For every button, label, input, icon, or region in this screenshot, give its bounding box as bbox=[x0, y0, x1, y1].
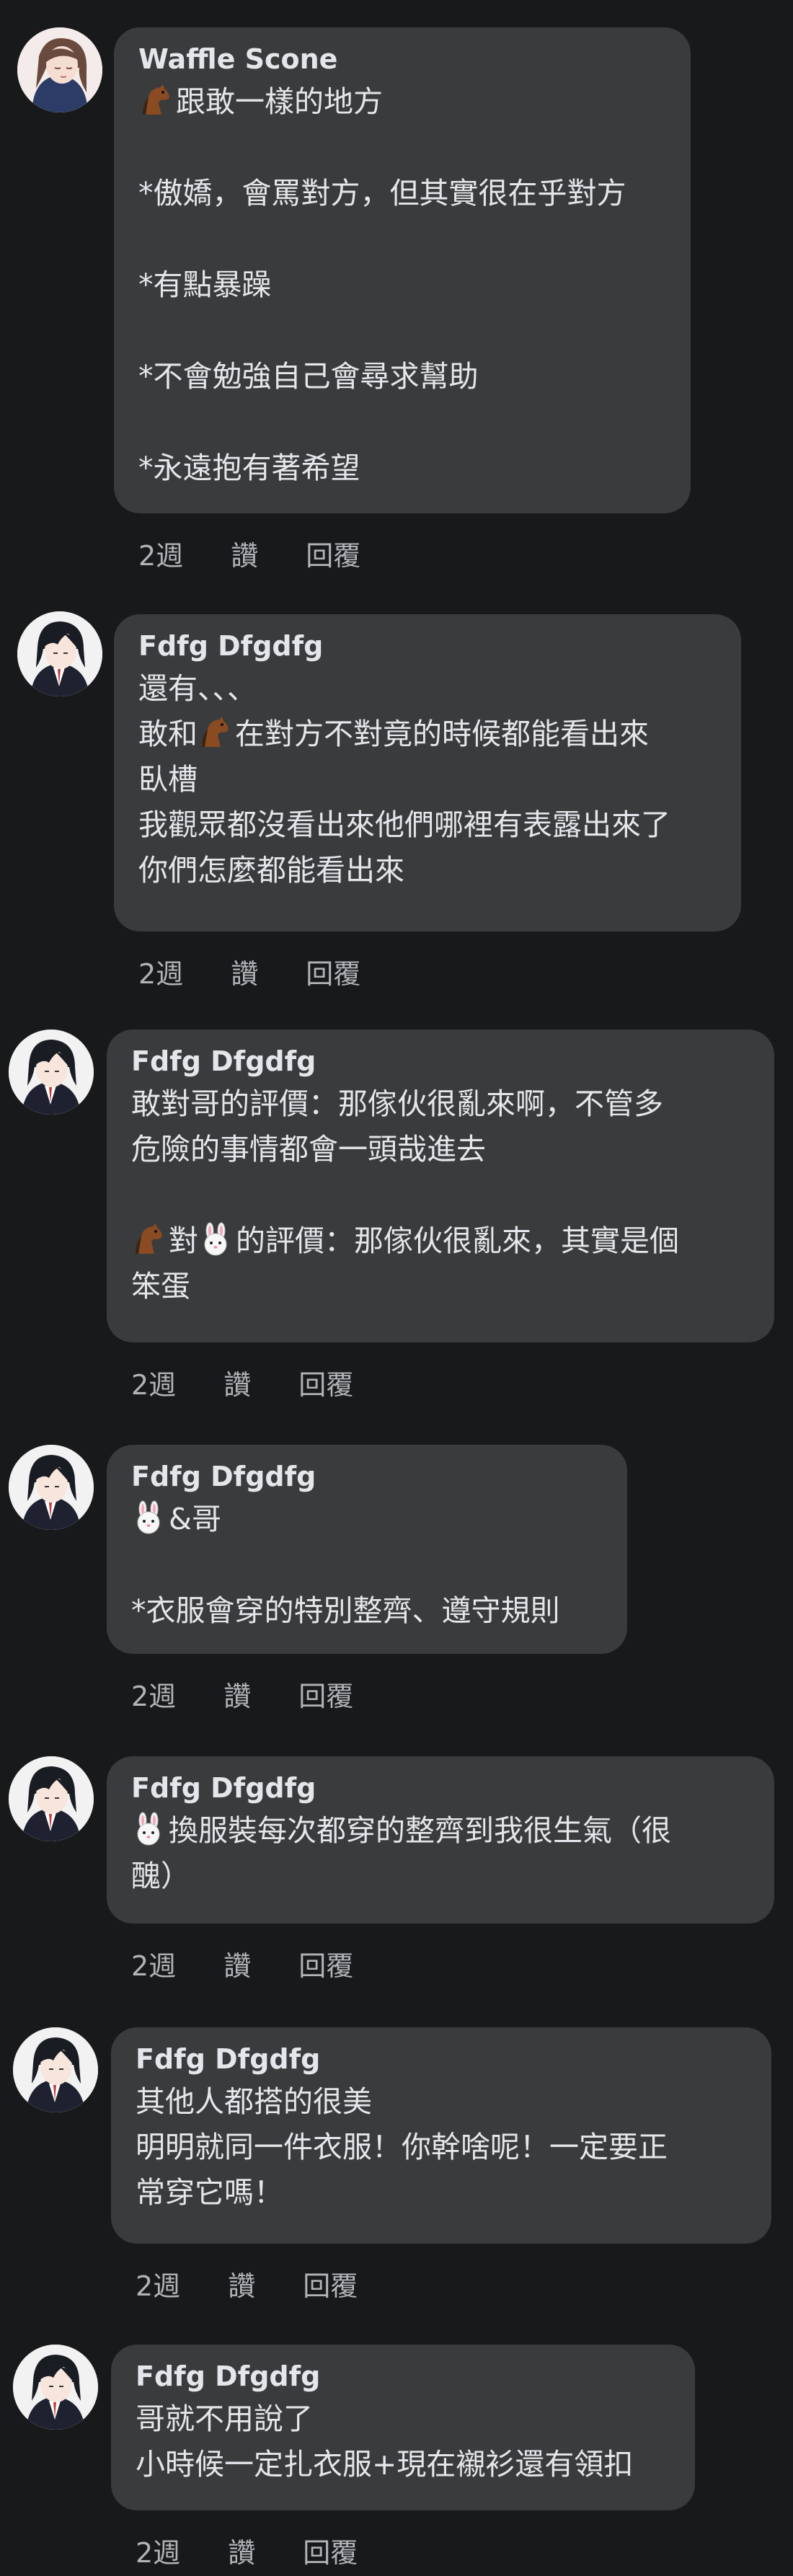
comment-line: *永遠抱有著希望 bbox=[138, 451, 360, 485]
avatar-boy-icon bbox=[17, 611, 102, 696]
comment-gap bbox=[138, 308, 666, 354]
like-button[interactable]: 讚 bbox=[231, 534, 258, 573]
comment-time[interactable]: 2週 bbox=[138, 952, 183, 991]
comment-line: 哥就不用說了 bbox=[136, 2402, 313, 2436]
comment-line: 還有、、、 bbox=[138, 671, 257, 706]
reply-button[interactable]: 回覆 bbox=[298, 1363, 353, 1402]
avatar-boy-icon bbox=[9, 1756, 94, 1841]
rabbit-icon bbox=[131, 1812, 166, 1846]
avatar[interactable] bbox=[13, 2027, 98, 2112]
comment-actions: 2週 讚 回覆 bbox=[136, 2531, 405, 2570]
comment-line: 你們怎麼都能看出來 bbox=[138, 853, 404, 888]
comment-line: 醜） bbox=[131, 1859, 190, 1893]
comment-line: *傲嬌，會罵對方，但其實很在乎對方 bbox=[138, 176, 626, 211]
comment-line: 跟敢一樣的地方 bbox=[138, 79, 666, 125]
comment-line: 敢和 在對方不對竟的時候都能看出來 bbox=[138, 712, 717, 757]
comment-line: 明明就同一件衣服！你幹啥呢！一定要正 bbox=[136, 2130, 668, 2164]
comment-gap bbox=[138, 216, 666, 262]
comment-bubble: Fdfg Dfgdfg 哥就不用說了 小時候一定扎衣服+現在襯衫還有領扣 bbox=[111, 2345, 695, 2510]
avatar-boy-icon bbox=[13, 2345, 98, 2430]
comment-line: 其他人都搭的很美 bbox=[136, 2084, 372, 2119]
avatar[interactable] bbox=[9, 1756, 94, 1841]
comment-time[interactable]: 2週 bbox=[136, 2531, 180, 2570]
comment-text: 在對方不對竟的時候都能看出來 bbox=[235, 717, 649, 751]
like-button[interactable]: 讚 bbox=[231, 952, 258, 991]
horse-icon bbox=[131, 1222, 166, 1257]
comment-line: 敢對哥的評價：那傢伙很亂來啊，不管多 bbox=[131, 1086, 663, 1121]
reply-button[interactable]: 回覆 bbox=[298, 1674, 353, 1714]
comment-bubble: Fdfg Dfgdfg &哥 *衣服會穿的特別整齊、遵守規則 bbox=[107, 1445, 627, 1654]
reply-button[interactable]: 回覆 bbox=[303, 2264, 358, 2303]
comment-line: *有點暴躁 bbox=[138, 267, 272, 302]
avatar-boy-icon bbox=[9, 1030, 94, 1115]
avatar[interactable] bbox=[17, 611, 102, 696]
comment-actions: 2週 讚 回覆 bbox=[138, 952, 408, 991]
avatar[interactable] bbox=[13, 2345, 98, 2430]
like-button[interactable]: 讚 bbox=[223, 1674, 251, 1714]
avatar[interactable] bbox=[9, 1445, 94, 1530]
rabbit-icon bbox=[198, 1222, 233, 1257]
reply-button[interactable]: 回覆 bbox=[303, 2531, 358, 2570]
avatar-girl-icon bbox=[17, 27, 102, 112]
comment-actions: 2週 讚 回覆 bbox=[131, 1944, 401, 1983]
comment-time[interactable]: 2週 bbox=[131, 1674, 176, 1714]
comment-line: 臥槽 bbox=[138, 762, 198, 797]
comment-bubble: Fdfg Dfgdfg 換服裝每次都穿的整齊到我很生氣（很 醜） bbox=[107, 1756, 774, 1924]
reply-button[interactable]: 回覆 bbox=[298, 1944, 353, 1983]
comment-author[interactable]: Fdfg Dfgdfg bbox=[131, 1041, 750, 1081]
comment-line: 我觀眾都沒看出來他們哪裡有表露出來了 bbox=[138, 807, 670, 842]
comment-line: &哥 bbox=[131, 1497, 603, 1542]
comment-line: 笨蛋 bbox=[131, 1269, 190, 1304]
comment-actions: 2週 讚 回覆 bbox=[131, 1363, 401, 1402]
comment-text: 對 bbox=[169, 1223, 198, 1258]
like-button[interactable]: 讚 bbox=[223, 1363, 251, 1402]
comment-time[interactable]: 2週 bbox=[131, 1944, 176, 1983]
avatar[interactable] bbox=[9, 1030, 94, 1115]
comment-bubble: Fdfg Dfgdfg 敢對哥的評價：那傢伙很亂來啊，不管多 危險的事情都會一頭… bbox=[107, 1030, 774, 1342]
comment-bubble: Fdfg Dfgdfg 其他人都搭的很美 明明就同一件衣服！你幹啥呢！一定要正 … bbox=[111, 2027, 771, 2244]
comment-author[interactable]: Fdfg Dfgdfg bbox=[136, 2356, 670, 2396]
reply-button[interactable]: 回覆 bbox=[306, 952, 360, 991]
comment-actions: 2週 讚 回覆 bbox=[131, 1674, 401, 1714]
comment-bubble: Fdfg Dfgdfg 還有、、、 敢和 在對方不對竟的時候都能看出來 臥槽 我觀… bbox=[114, 614, 741, 931]
comment-line: 常穿它嗎！ bbox=[136, 2175, 283, 2210]
comment-text: 敢和 bbox=[138, 717, 198, 751]
comment-line: *不會勉強自己會尋求幫助 bbox=[138, 359, 479, 394]
like-button[interactable]: 讚 bbox=[228, 2264, 255, 2303]
comment-text: &哥 bbox=[169, 1502, 221, 1536]
comment-author[interactable]: Fdfg Dfgdfg bbox=[136, 2039, 747, 2079]
comment-actions: 2週 讚 回覆 bbox=[136, 2264, 405, 2303]
avatar-boy-icon bbox=[9, 1445, 94, 1530]
like-button[interactable]: 讚 bbox=[228, 2531, 255, 2570]
comment-time[interactable]: 2週 bbox=[131, 1363, 176, 1402]
comment-text: 跟敢一樣的地方 bbox=[176, 84, 383, 119]
comment-line: 危險的事情都會一頭哉進去 bbox=[131, 1132, 486, 1167]
like-button[interactable]: 讚 bbox=[223, 1944, 251, 1983]
comment-author[interactable]: Fdfg Dfgdfg bbox=[131, 1456, 603, 1497]
horse-icon bbox=[198, 715, 232, 750]
comment-author[interactable]: Waffle Scone bbox=[138, 39, 666, 79]
comment-line: 換服裝每次都穿的整齊到我很生氣（很 bbox=[131, 1808, 750, 1854]
comment-time[interactable]: 2週 bbox=[136, 2264, 180, 2303]
comment-bubble: Waffle Scone 跟敢一樣的地方 *傲嬌，會罵對方，但其實很在乎對方 *… bbox=[114, 27, 691, 513]
comment-line: 對 的評價：那傢伙很亂來，其實是個 bbox=[131, 1218, 750, 1264]
comment-line: *衣服會穿的特別整齊、遵守規則 bbox=[131, 1593, 560, 1628]
comment-author[interactable]: Fdfg Dfgdfg bbox=[131, 1768, 750, 1808]
comment-author[interactable]: Fdfg Dfgdfg bbox=[138, 626, 717, 666]
reply-button[interactable]: 回覆 bbox=[306, 534, 360, 573]
comment-time[interactable]: 2週 bbox=[138, 534, 183, 573]
comment-gap bbox=[131, 1542, 603, 1588]
avatar[interactable] bbox=[17, 27, 102, 112]
avatar-boy-icon bbox=[13, 2027, 98, 2112]
comment-gap bbox=[138, 125, 666, 171]
comment-gap bbox=[138, 399, 666, 446]
comment-gap bbox=[131, 1172, 750, 1218]
comment-text: 的評價：那傢伙很亂來，其實是個 bbox=[236, 1223, 679, 1258]
comment-text: 換服裝每次都穿的整齊到我很生氣（很 bbox=[169, 1813, 671, 1848]
comment-actions: 2週 讚 回覆 bbox=[138, 534, 408, 573]
rabbit-icon bbox=[131, 1500, 166, 1535]
comment-line: 小時候一定扎衣服+現在襯衫還有領扣 bbox=[136, 2447, 634, 2482]
horse-icon bbox=[138, 83, 173, 118]
